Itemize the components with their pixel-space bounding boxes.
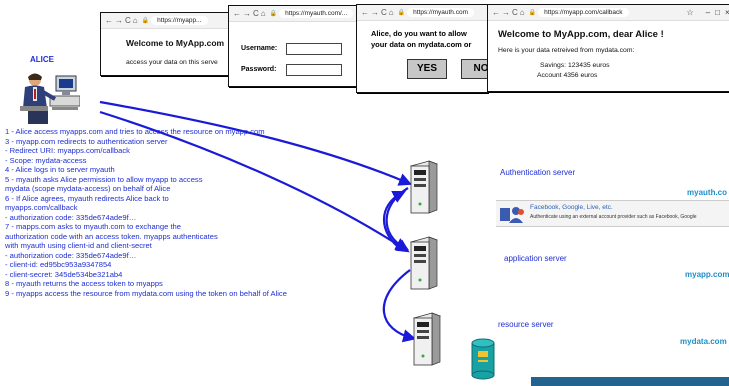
flow-steps: 1 - Alice access myapps.com and tries to… [5, 127, 400, 298]
yes-button[interactable]: YES [407, 59, 447, 79]
address-bar[interactable]: https://myapp.com/callback [538, 8, 629, 17]
provider-title[interactable]: Facebook, Google, Live, etc. [530, 204, 613, 211]
browser-window-callback: ←→C⌂ 🔒 https://myapp.com/callback ☆ –□× … [487, 4, 729, 92]
auth-domain-label: myauth.co [687, 188, 728, 197]
users-icon [500, 207, 524, 223]
nav-buttons-icon[interactable]: ←→C⌂ [233, 9, 268, 18]
lock-icon: 🔒 [269, 11, 278, 17]
auth-server-label: Authentication server [500, 168, 576, 177]
alice-at-computer-icon [20, 73, 80, 124]
address-bar[interactable]: https://myapp... [151, 16, 208, 25]
address-bar[interactable]: https://myauth.com [407, 8, 475, 17]
no-button[interactable]: NO [461, 59, 487, 79]
step-5: 5 - myauth asks Alice permission to allo… [5, 174, 203, 194]
browser-window-consent: ←→C⌂ 🔒 https://myauth.com Alice, do you … [356, 4, 488, 93]
step-4: 4 - Alice logs in to server myauth [5, 165, 115, 174]
page-title: Welcome to MyApp.com [126, 38, 225, 48]
consent-question-line1: Alice, do you want to allow [371, 29, 467, 38]
lock-icon: 🔒 [141, 18, 150, 24]
consent-question-line2: your data on mydata.com or [371, 40, 472, 49]
nav-buttons-icon[interactable]: ←→C⌂ [105, 16, 140, 25]
resource-server-label: resource server [498, 320, 554, 329]
username-label: Username: [241, 45, 278, 52]
app-domain-label: myapp.com [685, 270, 729, 279]
page-title: Welcome to MyApp.com, dear Alice ! [498, 29, 664, 40]
step-1: 1 - Alice access myapps.com and tries to… [5, 127, 265, 136]
resource-server-icon [412, 312, 442, 366]
bottom-bar [531, 377, 729, 386]
step-3: 3 - myapp.com redirects to authenticatio… [5, 136, 168, 165]
database-icon [471, 338, 495, 380]
app-server-label: application server [504, 254, 567, 263]
resource-domain-label: mydata.com [680, 337, 727, 346]
auth-server-icon [409, 160, 439, 214]
lock-icon: 🔒 [528, 10, 537, 16]
nav-buttons-icon[interactable]: ←→C⌂ [492, 8, 527, 17]
step-6: 6 - If Alice agrees, myauth redirects Al… [5, 193, 169, 222]
page-text: access your data on this serve [126, 59, 218, 66]
password-field[interactable] [286, 64, 342, 76]
step-7: 7 - mapps.com asks to myauth.com to exch… [5, 222, 218, 279]
browser-window-myapp: ←→C⌂ 🔒 https://myapp... Welcome to MyApp… [100, 12, 238, 76]
step-8: 8 - myauth returns the access token to m… [5, 279, 163, 288]
intro-text: Here is your data retreived from mydata.… [498, 47, 635, 54]
browser-window-login: ←→C⌂ 🔒 https://myauth.com/... Username: … [228, 5, 357, 87]
lock-icon: 🔒 [397, 10, 406, 16]
star-icon[interactable]: ☆ [687, 8, 694, 17]
actor-label: ALICE [30, 55, 54, 64]
external-provider-banner: Facebook, Google, Live, etc. Authenticat… [496, 200, 729, 227]
account-text: Account 4356 euros [537, 72, 598, 79]
nav-buttons-icon[interactable]: ←→C⌂ [361, 8, 396, 17]
window-controls-icon[interactable]: –□× [706, 8, 729, 17]
step-9: 9 - myapps access the resource from myda… [5, 288, 287, 298]
app-server-icon [409, 236, 439, 290]
provider-subtitle: Authenticate using an external account p… [530, 214, 697, 220]
username-field[interactable] [286, 43, 342, 55]
savings-text: Savings: 123435 euros [540, 62, 610, 69]
password-label: Password: [241, 66, 277, 73]
address-bar[interactable]: https://myauth.com/... [279, 9, 354, 18]
